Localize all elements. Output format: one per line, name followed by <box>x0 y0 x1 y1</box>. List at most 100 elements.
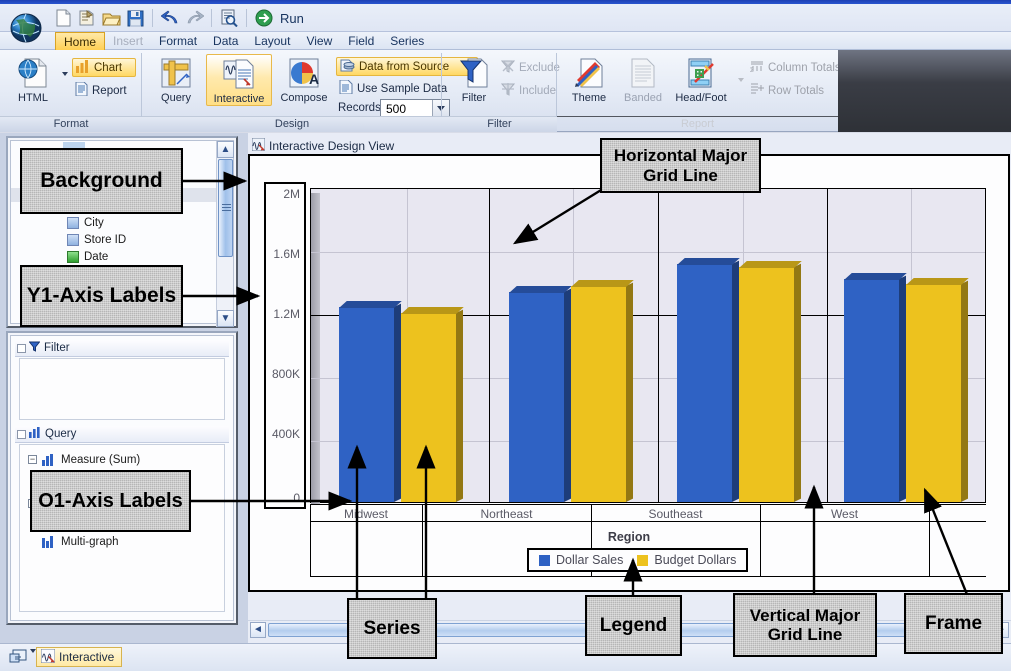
chart-canvas[interactable]: 2M 1.6M 1.2M 800K 400K 0 Midwest Northea… <box>248 154 1010 592</box>
save-icon[interactable] <box>124 8 146 29</box>
tab-data[interactable]: Data <box>205 32 246 50</box>
y-axis-labels-box[interactable]: 2M 1.6M 1.2M 800K 400K 0 <box>264 182 306 509</box>
scroll-down-button[interactable]: ▼ <box>217 310 234 327</box>
open-recent-icon[interactable] <box>76 8 98 29</box>
ribbon-compose-button[interactable]: A Compose <box>274 54 334 104</box>
ribbon-query-button[interactable]: Query <box>148 54 204 104</box>
ribbon-head-foot-button[interactable]: Head/Foot <box>669 54 733 104</box>
x-tick-label: West <box>830 506 859 521</box>
tab-layout[interactable]: Layout <box>246 32 298 50</box>
ribbon-group-design: Query Interactive A Compose Data from So… <box>142 50 478 132</box>
ribbon-exclude-label: Exclude <box>519 61 560 74</box>
scroll-up-button[interactable]: ▲ <box>217 141 234 158</box>
filter-section-checkbox[interactable] <box>17 344 26 353</box>
ribbon-row-totals-button[interactable]: Row Totals <box>747 81 843 100</box>
tab-insert[interactable]: Insert <box>105 32 151 50</box>
ribbon-report-button[interactable]: Report <box>72 81 136 100</box>
tab-series[interactable]: Series <box>382 32 432 50</box>
quick-access-toolbar: Run <box>0 4 1011 43</box>
ribbon-group-filter: Filter Exclude Include Filter <box>442 50 560 132</box>
bar-side <box>794 263 801 502</box>
y-tick-label: 1.2M <box>273 307 300 321</box>
vertical-major-grid-line[interactable] <box>827 189 828 502</box>
field-item-city[interactable]: City <box>67 214 217 231</box>
tab-view[interactable]: View <box>298 32 340 50</box>
legend-item-budget-dollars[interactable]: Budget Dollars <box>637 553 736 567</box>
bar-top <box>677 258 740 265</box>
field-item-label: City <box>84 216 104 229</box>
status-tab-interactive[interactable]: Interactive <box>36 647 123 667</box>
bar-side <box>456 309 463 502</box>
chart-legend[interactable]: Dollar Sales Budget Dollars <box>527 548 749 572</box>
bar-top <box>906 278 969 285</box>
plot-area-frame[interactable] <box>310 188 986 504</box>
layout-switch-icon[interactable] <box>8 648 30 667</box>
bar-budget-dollars-midwest[interactable] <box>401 307 464 502</box>
callout-background: Background <box>20 148 183 214</box>
query-item-multi-graph[interactable]: Multi-graph <box>28 532 218 551</box>
ribbon-group-format: HTML Chart Report Format <box>0 50 142 132</box>
bar-budget-dollars-west[interactable] <box>906 278 969 502</box>
bar-face <box>739 267 794 502</box>
bar-top <box>339 301 402 308</box>
bar-budget-dollars-southeast[interactable] <box>739 261 802 502</box>
ribbon-html-button[interactable]: HTML <box>5 54 61 104</box>
vertical-major-grid-line[interactable] <box>658 189 659 502</box>
scrollbar-thumb[interactable] <box>218 159 233 257</box>
query-section-header[interactable]: Query <box>15 426 229 443</box>
exclude-funnel-icon <box>500 59 516 76</box>
app-logo-globe-icon[interactable] <box>6 6 46 46</box>
ribbon-interactive-button[interactable]: Interactive <box>206 54 272 106</box>
legend-swatch <box>637 554 649 566</box>
ribbon-banded-button[interactable]: Banded <box>615 54 671 104</box>
tab-format[interactable]: Format <box>151 32 205 50</box>
ribbon-exclude-button[interactable]: Exclude <box>498 58 560 77</box>
bar-dollar-sales-southeast[interactable] <box>677 258 740 502</box>
new-icon[interactable] <box>52 8 74 29</box>
field-item-date[interactable]: Date <box>67 248 217 265</box>
ribbon-compose-label: Compose <box>280 92 328 104</box>
html-dropdown-arrow-icon[interactable] <box>62 72 68 90</box>
run-icon[interactable] <box>253 8 275 29</box>
report-totals-dropdown-arrow-icon[interactable] <box>738 78 744 96</box>
bar-face <box>844 279 899 502</box>
scrollbar-grip-icon <box>222 204 231 212</box>
undo-icon[interactable] <box>159 8 181 29</box>
run-label[interactable]: Run <box>280 11 304 26</box>
filter-section-header[interactable]: Filter <box>15 340 229 357</box>
chart-bars-icon <box>76 59 90 76</box>
ribbon-filter-button[interactable]: Filter <box>446 54 502 104</box>
query-item-measure[interactable]: − Measure (Sum) <box>28 450 218 469</box>
svg-text:A: A <box>309 71 319 87</box>
tab-home[interactable]: Home <box>55 32 106 50</box>
legend-item-dollar-sales[interactable]: Dollar Sales <box>539 553 623 567</box>
redo-icon[interactable] <box>183 8 205 29</box>
expander-minus-icon[interactable]: − <box>28 455 37 464</box>
bar-dollar-sales-west[interactable] <box>844 273 907 502</box>
ribbon-column-totals-button[interactable]: Σ Column Totals <box>747 58 843 77</box>
filter-section-title: Filter <box>44 342 70 354</box>
vertical-major-grid-line[interactable] <box>489 189 490 502</box>
ribbon-theme-button[interactable]: Theme <box>561 54 617 104</box>
field-item-label: Store ID <box>84 233 127 246</box>
query-section-checkbox[interactable] <box>17 430 26 439</box>
measure-bars-icon <box>42 453 56 466</box>
ribbon-chart-button[interactable]: Chart <box>72 58 136 77</box>
field-tree-scrollbar[interactable]: ▲ ▼ <box>216 141 234 327</box>
bar-dollar-sales-midwest[interactable] <box>339 301 402 502</box>
field-item-store-id[interactable]: Store ID <box>67 231 217 248</box>
preview-icon[interactable] <box>218 8 240 29</box>
bar-budget-dollars-northeast[interactable] <box>571 280 634 502</box>
ribbon-group-design-label: Design <box>142 116 442 132</box>
grid-line-horizontal <box>311 252 985 253</box>
menu-bar: Home Insert Format Data Layout View Fiel… <box>0 32 1011 50</box>
o1-axis-labels-box[interactable]: Midwest Northeast Southeast West <box>310 504 986 522</box>
chevron-left-icon: ◄ <box>253 624 263 635</box>
open-icon[interactable] <box>100 8 122 29</box>
hscroll-left-button[interactable]: ◄ <box>250 622 266 638</box>
ribbon-include-button[interactable]: Include <box>498 81 556 100</box>
filter-dropzone[interactable] <box>19 358 225 420</box>
tab-field[interactable]: Field <box>340 32 382 50</box>
bar-dollar-sales-northeast[interactable] <box>509 286 572 502</box>
ribbon-group-filter-label: Filter <box>442 116 557 132</box>
